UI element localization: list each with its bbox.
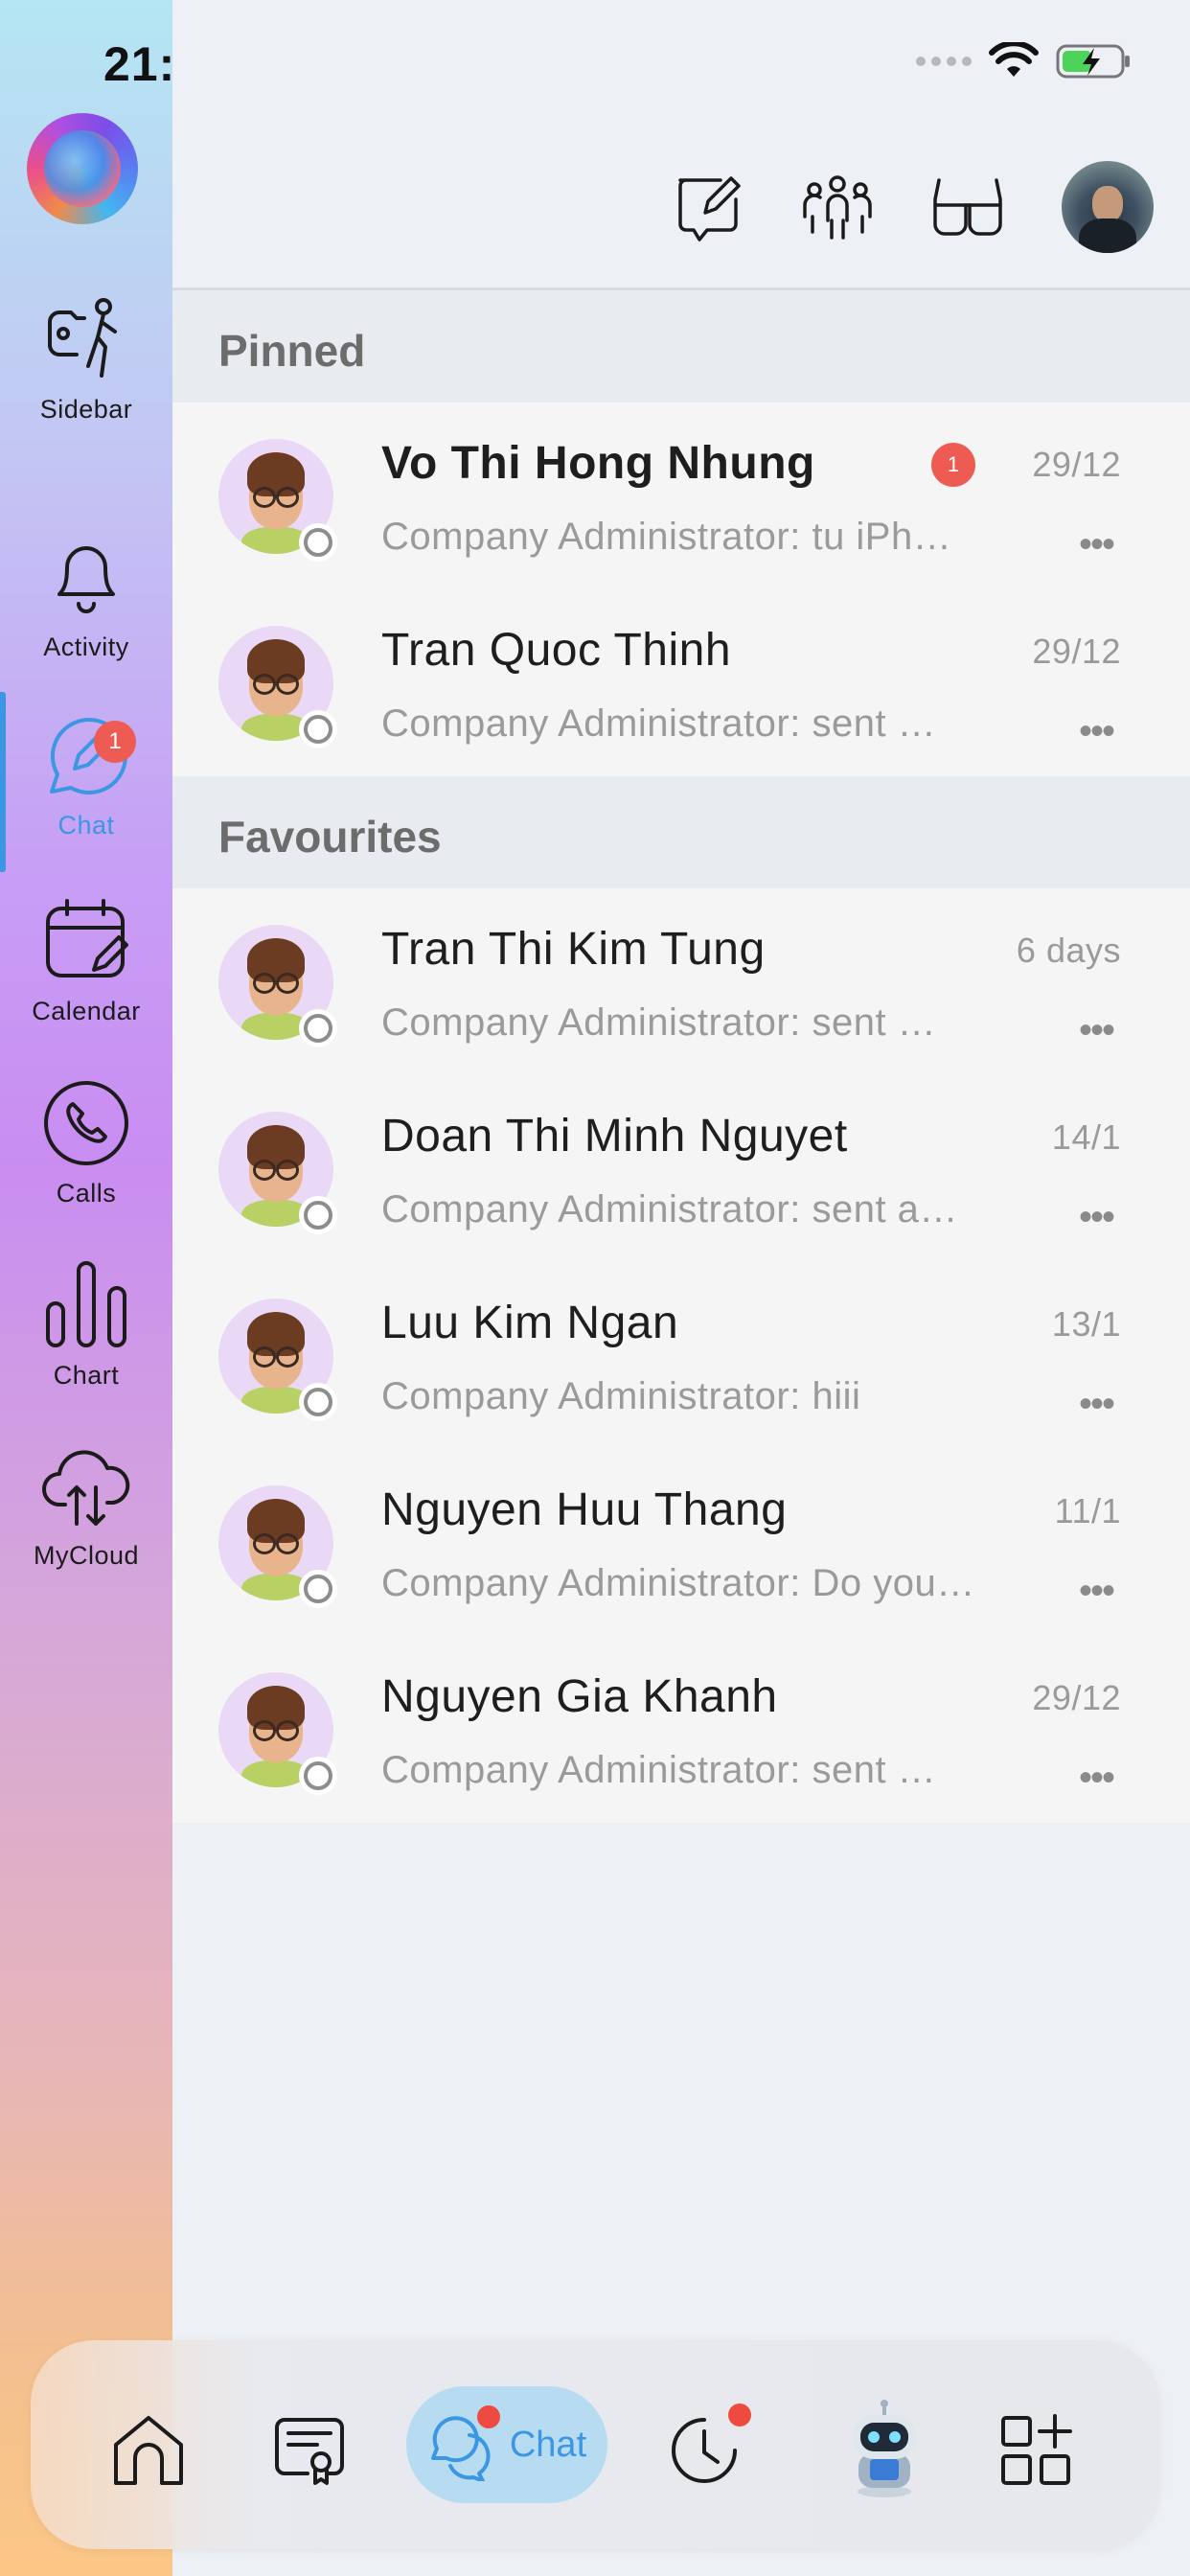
contact-name: Tran Thi Kim Tung (381, 924, 766, 975)
contact-name: Vo Thi Hong Nhung (381, 438, 815, 489)
wifi-icon (989, 42, 1039, 77)
presence-status-icon (299, 1196, 337, 1234)
chat-row[interactable]: Vo Thi Hong Nhung 1 29/12 Company Admini… (172, 402, 1190, 589)
contact-name: Nguyen Huu Thang (381, 1484, 788, 1535)
message-time: 11/1 (1054, 1491, 1121, 1530)
dock-certificate-button[interactable] (266, 2407, 353, 2494)
team-icon[interactable] (801, 171, 874, 243)
rail-label-activity: Activity (43, 632, 129, 661)
message-time: 29/12 (1032, 445, 1121, 484)
presence-status-icon (299, 1383, 337, 1421)
more-options-icon[interactable]: ••• (1079, 1570, 1115, 1613)
dock-assistant-button[interactable] (832, 2398, 937, 2503)
presence-status-icon (299, 710, 337, 748)
dock-chat-label: Chat (509, 2424, 587, 2465)
battery-icon (1056, 44, 1130, 79)
dock-chat-button[interactable]: Chat (406, 2386, 607, 2503)
dock-home-button[interactable] (105, 2407, 192, 2494)
phone-icon (44, 1081, 128, 1165)
rail-item-calls[interactable]: Calls (0, 1077, 172, 1208)
dock-apps-button[interactable] (993, 2407, 1079, 2494)
apps-grid-icon (1001, 2414, 1072, 2485)
contact-name: Luu Kim Ngan (381, 1298, 679, 1348)
message-time: 6 days (1016, 931, 1121, 970)
cloud-transfer-icon (42, 1450, 130, 1526)
rail-item-activity[interactable]: Activity (0, 531, 172, 662)
app-logo[interactable] (27, 113, 138, 224)
message-time: 29/12 (1032, 1678, 1121, 1717)
message-time: 13/1 (1051, 1304, 1121, 1344)
message-preview: Company Administrator: tu iPhone (381, 516, 956, 558)
chat-notification-dot (477, 2405, 500, 2428)
history-notification-dot (728, 2404, 751, 2426)
rail-label-calendar: Calendar (32, 997, 141, 1025)
certificate-icon (275, 2418, 344, 2485)
message-preview: Company Administrator: sent a file (381, 1749, 956, 1791)
bell-icon (57, 546, 115, 613)
chat-row[interactable]: Tran Quoc Thinh 29/12 Company Administra… (172, 589, 1190, 776)
left-rail: 21:36 Sidebar Activity Chat 1 Calendar C… (0, 0, 230, 2576)
message-time: 14/1 (1051, 1117, 1121, 1157)
favourites-list: Tran Thi Kim Tung 6 days Company Adminis… (172, 888, 1190, 1823)
rail-label-chart: Chart (53, 1361, 120, 1390)
calendar-icon (46, 899, 128, 978)
more-options-icon[interactable]: ••• (1079, 1757, 1115, 1800)
header (172, 0, 1190, 288)
home-icon (114, 2416, 183, 2485)
header-actions (673, 161, 1154, 253)
unread-badge: 1 (931, 443, 975, 487)
message-preview: Company Administrator: Do you have time (381, 1562, 975, 1604)
dock-history-button[interactable] (661, 2404, 751, 2494)
rail-item-sidebar[interactable]: Sidebar (0, 293, 172, 425)
chat-row[interactable]: Nguyen Huu Thang 11/1 Company Administra… (172, 1449, 1190, 1636)
chat-row[interactable]: Tran Thi Kim Tung 6 days Company Adminis… (172, 888, 1190, 1075)
sidebar-icon (48, 298, 117, 378)
contact-name: Doan Thi Minh Nguyet (381, 1111, 848, 1162)
bottom-dock: Chat (31, 2340, 1159, 2549)
more-options-icon[interactable]: ••• (1079, 710, 1115, 753)
more-options-icon[interactable]: ••• (1079, 1196, 1115, 1239)
rail-label-calls: Calls (56, 1179, 117, 1208)
pinned-list: Vo Thi Hong Nhung 1 29/12 Company Admini… (172, 402, 1190, 776)
presence-status-icon (299, 1570, 337, 1608)
rail-label-chat: Chat (57, 811, 115, 840)
robot-assistant-icon (853, 2400, 916, 2497)
more-options-icon[interactable]: ••• (1079, 1383, 1115, 1426)
contact-name: Tran Quoc Thinh (381, 625, 732, 676)
signal-icon (916, 57, 972, 66)
presence-status-icon (299, 1757, 337, 1795)
bar-chart-icon (46, 1261, 126, 1347)
status-icons (916, 42, 1133, 80)
rail-label-mycloud: MyCloud (33, 1541, 140, 1570)
contact-name: Nguyen Gia Khanh (381, 1671, 778, 1722)
more-options-icon[interactable]: ••• (1079, 523, 1115, 566)
section-title-favourites: Favourites (218, 812, 442, 862)
chat-row[interactable]: Luu Kim Ngan 13/1 Company Administrator:… (172, 1262, 1190, 1449)
rail-label-sidebar: Sidebar (39, 395, 133, 424)
new-chat-icon[interactable] (673, 171, 745, 243)
rail-item-mycloud[interactable]: MyCloud (0, 1439, 172, 1571)
message-time: 29/12 (1032, 632, 1121, 671)
clock-history-icon (672, 2418, 737, 2483)
message-preview: Company Administrator: hiii (381, 1375, 861, 1417)
more-options-icon[interactable]: ••• (1079, 1009, 1115, 1052)
presence-status-icon (299, 1009, 337, 1047)
chat-badge: 1 (94, 721, 136, 763)
app-root: 21:36 Sidebar Activity Chat 1 Calendar C… (0, 0, 1190, 2576)
profile-avatar[interactable] (1062, 161, 1154, 253)
section-favourites: Favourites (172, 776, 1190, 888)
message-preview: Company Administrator: sent a file (381, 702, 956, 745)
rail-item-chart[interactable]: Chart (0, 1259, 172, 1391)
message-preview: Company Administrator: sent a file (381, 1188, 966, 1230)
message-preview: Company Administrator: sent a file (381, 1001, 956, 1044)
section-title-pinned: Pinned (218, 326, 366, 376)
rail-item-chat[interactable]: Chat (0, 709, 172, 840)
presence-status-icon (299, 523, 337, 562)
rail-item-calendar[interactable]: Calendar (0, 895, 172, 1026)
section-pinned: Pinned (172, 290, 1190, 402)
chat-row[interactable]: Nguyen Gia Khanh 29/12 Company Administr… (172, 1636, 1190, 1823)
glasses-icon[interactable] (929, 171, 1006, 243)
chat-row[interactable]: Doan Thi Minh Nguyet 14/1 Company Admini… (172, 1075, 1190, 1262)
